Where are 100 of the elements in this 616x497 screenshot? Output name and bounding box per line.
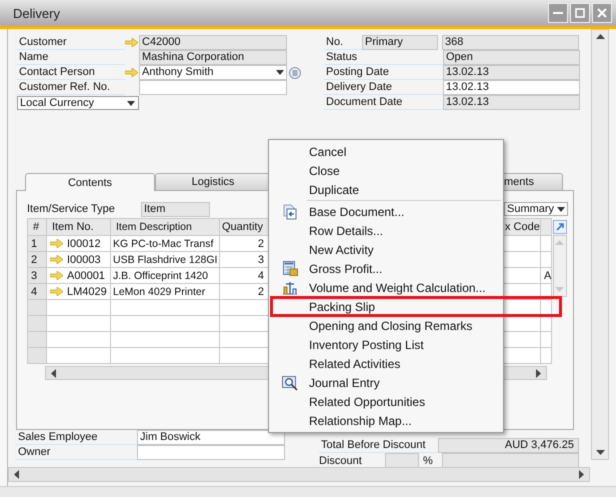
item-number: LM4029 <box>67 286 107 298</box>
item-number: I00003 <box>67 254 101 266</box>
document-arrow-icon <box>282 204 298 220</box>
link-arrow-icon[interactable] <box>125 38 138 47</box>
menu-item[interactable]: Related Opportunities <box>271 392 501 411</box>
item-number: I00012 <box>67 238 101 250</box>
input-field[interactable]: Mashina Corporation <box>139 50 287 65</box>
field-label: Name <box>17 50 125 65</box>
input-field[interactable] <box>139 80 287 95</box>
table-cell: KG PC-to-Mac Transf <box>111 236 220 252</box>
row-number: 4 <box>28 284 47 300</box>
maximize-button[interactable] <box>570 3 590 23</box>
field-label: Contact Person <box>17 65 125 80</box>
percent-sign: % <box>422 454 434 466</box>
scroll-up-icon[interactable] <box>596 34 604 39</box>
field-label: Discount <box>319 454 363 466</box>
menu-item[interactable]: Related Activities <box>271 354 501 373</box>
link-arrow-icon[interactable] <box>125 68 138 77</box>
series-field[interactable]: Primary <box>362 35 438 50</box>
table-cell <box>47 332 111 348</box>
menu-item[interactable]: Base Document... <box>271 202 501 221</box>
table-cell: LeMon 4029 Printer <box>111 284 220 300</box>
table-cell <box>541 332 552 348</box>
maximize-icon <box>575 8 585 18</box>
item-type-field[interactable]: Item <box>141 202 210 216</box>
input-field[interactable]: 13.02.13 <box>443 65 580 80</box>
link-arrow-icon[interactable] <box>50 255 63 264</box>
summary-dropdown[interactable]: Summary <box>504 202 568 216</box>
field-label: Customer <box>17 35 125 50</box>
menu-item[interactable]: Gross Profit... <box>271 259 501 278</box>
column-header: Item No. <box>47 219 111 236</box>
menu-item[interactable]: Row Details... <box>271 221 501 240</box>
horizontal-scrollbar[interactable] <box>8 467 590 482</box>
tab[interactable]: Logistics <box>155 173 271 190</box>
expand-icon[interactable] <box>552 220 566 234</box>
row-number: 3 <box>28 268 47 284</box>
input-field[interactable] <box>137 445 285 460</box>
tab[interactable]: Contents <box>25 173 155 191</box>
link-arrow-icon[interactable] <box>50 239 63 248</box>
table-cell <box>541 348 552 364</box>
column-header: x Code <box>501 219 541 236</box>
column-header: # <box>28 219 47 236</box>
menu-item[interactable]: Duplicate <box>271 180 501 199</box>
scroll-down-icon[interactable] <box>596 450 604 455</box>
minimize-icon <box>553 12 563 14</box>
table-cell <box>541 252 552 268</box>
table-cell <box>47 316 111 332</box>
scroll-left-icon[interactable] <box>14 470 19 479</box>
scale-icon <box>282 280 298 295</box>
menu-item[interactable]: Opening and Closing Remarks <box>271 316 501 335</box>
menu-item[interactable]: New Activity <box>271 240 501 259</box>
magnifier-icon <box>282 374 298 390</box>
menu-item[interactable]: Relationship Map... <box>271 411 501 430</box>
table-cell <box>541 236 552 252</box>
table-cell: 3 <box>220 252 269 268</box>
list-icon[interactable] <box>289 66 301 78</box>
input-field[interactable]: Anthony Smith <box>139 65 287 80</box>
table-cell: A <box>541 268 552 284</box>
scroll-right-icon[interactable] <box>536 368 541 378</box>
vertical-scrollbar[interactable] <box>591 29 609 460</box>
field-label: Customer Ref. No. <box>17 80 125 95</box>
window-title: Delivery <box>13 6 60 20</box>
table-cell: USB Flashdrive 128GI <box>111 252 220 268</box>
link-arrow-icon[interactable] <box>50 271 63 280</box>
discount-percent-field[interactable] <box>385 453 419 468</box>
input-field[interactable]: 368 <box>442 35 579 50</box>
dropdown-arrow-icon[interactable] <box>276 70 284 75</box>
link-arrow-icon[interactable] <box>50 287 63 296</box>
input-field[interactable]: Open <box>443 50 580 65</box>
total-field: AUD 3,476.25 <box>438 438 579 453</box>
table-cell <box>47 348 111 364</box>
discount-field[interactable] <box>442 453 579 468</box>
input-field[interactable]: C42000 <box>139 35 287 50</box>
currency-dropdown[interactable]: Local Currency <box>17 96 139 110</box>
input-field[interactable]: 13.02.13 <box>443 80 580 95</box>
input-field[interactable]: 13.02.13 <box>443 95 580 110</box>
table-cell: J.B. Officeprint 1420 <box>111 268 220 284</box>
menu-item[interactable]: Packing Slip <box>271 297 561 316</box>
column-header: Item Description <box>111 219 220 236</box>
menu-item[interactable]: Cancel <box>271 142 501 161</box>
close-icon <box>597 8 607 18</box>
menu-item[interactable]: Inventory Posting List <box>271 335 501 354</box>
menu-item[interactable]: Close <box>271 161 501 180</box>
field-label: Item/Service Type <box>27 203 116 215</box>
minimize-button[interactable] <box>548 3 568 23</box>
row-number: 2 <box>28 252 47 268</box>
dropdown-arrow-icon <box>557 206 565 212</box>
column-header: Quantity <box>220 219 269 236</box>
table-cell: 2 <box>220 236 269 252</box>
table-cell: 4 <box>220 268 269 284</box>
dropdown-arrow-icon <box>127 100 135 106</box>
menu-item[interactable]: Volume and Weight Calculation... <box>271 278 501 297</box>
scroll-right-icon[interactable] <box>579 470 584 479</box>
input-field[interactable]: Jim Boswick <box>137 430 285 445</box>
menu-item[interactable]: Journal Entry <box>271 373 501 392</box>
calculator-icon <box>282 261 298 276</box>
close-button[interactable] <box>592 3 612 23</box>
scroll-left-icon[interactable] <box>51 368 56 378</box>
table-cell <box>541 316 552 332</box>
table-cell: 2 <box>220 284 269 300</box>
